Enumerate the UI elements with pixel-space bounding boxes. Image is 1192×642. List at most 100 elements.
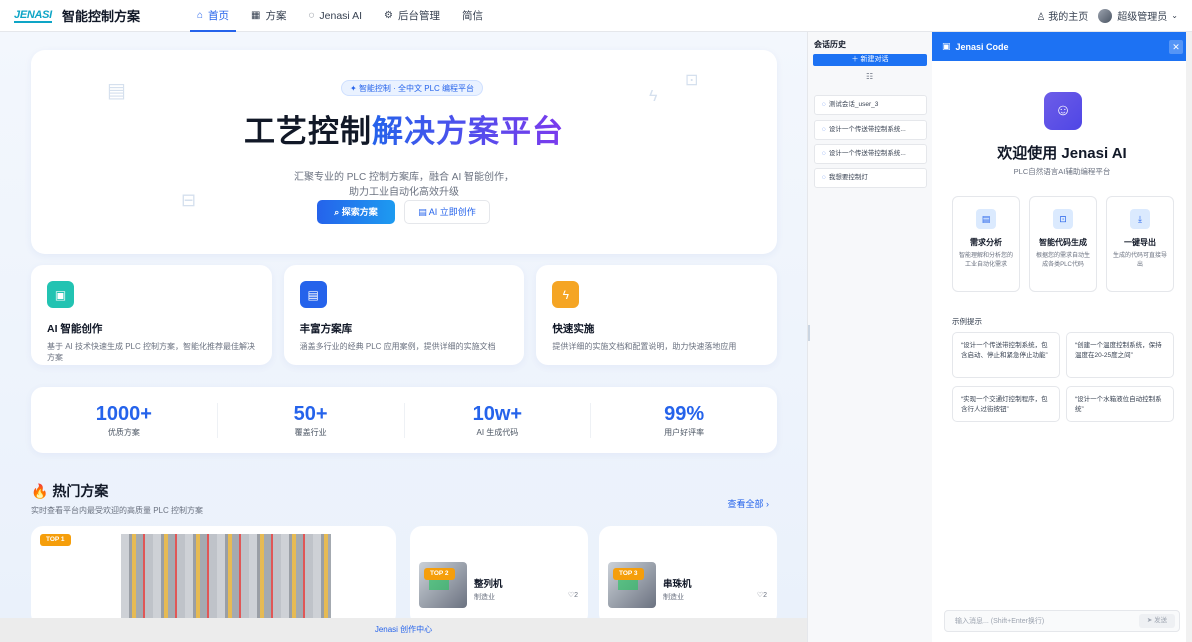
gear-icon: ⚙: [384, 10, 393, 21]
send-button[interactable]: ➤ 发送: [1139, 614, 1175, 628]
footer[interactable]: Jenasi 创作中心: [0, 618, 807, 642]
user-area: ♙ 我的主页 超级管理员 ⌄: [1037, 8, 1178, 23]
solution-image: [121, 534, 331, 618]
example-prompt[interactable]: “实现一个交通灯控制程序，包含行人过街按钮”: [952, 386, 1060, 422]
stat-item: 10w+ AI 生成代码: [405, 402, 592, 438]
like-count[interactable]: ♡2: [757, 591, 767, 599]
list-icon[interactable]: ☷: [866, 72, 873, 81]
chat-icon: ◌: [822, 174, 826, 181]
grid-icon: ▦: [251, 10, 261, 21]
hero-subtitle: 汇聚专业的 PLC 控制方案库，融合 AI 智能创作， 助力工业自动化高效升级: [31, 170, 777, 200]
avatar[interactable]: [1098, 8, 1113, 23]
hero-subtitle-line: 汇聚专业的 PLC 控制方案库，融合 AI 智能创作，: [293, 172, 514, 183]
feature-card[interactable]: ϟ 快速实施 提供详细的实施文档和配置说明，助力快速落地应用: [536, 265, 778, 365]
logo[interactable]: JENASI 智能控制方案: [14, 6, 140, 25]
explore-solutions-button[interactable]: ⌕ 探索方案: [317, 200, 395, 224]
capability-title: 一键导出: [1124, 238, 1156, 247]
history-item[interactable]: ◌ 设计一个传送带控制系统...: [814, 120, 927, 140]
chat-message-input[interactable]: [945, 611, 1125, 631]
capability-title: 需求分析: [970, 238, 1002, 247]
solution-category: 制造业: [474, 594, 495, 601]
ai-create-button[interactable]: ▤ AI 立即创作: [404, 200, 490, 224]
history-title: 会话历史: [814, 40, 846, 49]
chat-input-box: ➤ 发送: [944, 610, 1180, 632]
nav-item-admin[interactable]: ⚙ 后台管理: [373, 0, 451, 32]
view-all-link[interactable]: 查看全部 ›: [727, 497, 769, 510]
nav-item-home[interactable]: ⌂ 首页: [186, 0, 240, 32]
star-icon: ✦: [350, 84, 359, 93]
stats-bar: 1000+ 优质方案 50+ 覆盖行业 10w+ AI 生成代码 99% 用户好评率: [31, 387, 777, 453]
chat-header: ▣ Jenasi Code ✕: [932, 32, 1192, 61]
hero-badge-label: 智能控制 · 全中文 PLC 编程平台: [358, 84, 475, 93]
capability-card[interactable]: ⊡ 智能代码生成 根据您的需求自动生成各类PLC代码: [1029, 196, 1097, 292]
list-icon: ▤: [299, 281, 327, 308]
nav-label: Jenasi AI: [319, 9, 363, 22]
stat-value: 1000+: [95, 402, 152, 425]
nav-label: 方案: [265, 10, 287, 22]
hero-title-plain: 工艺控制: [244, 114, 372, 149]
history-item[interactable]: ◌ 我想要控制灯: [814, 168, 927, 188]
book-icon: ▣: [47, 281, 74, 308]
fire-icon: 🔥: [31, 483, 49, 499]
like-value: 2: [763, 592, 767, 599]
example-prompt[interactable]: “创建一个温度控制系统，保持温度在20-25度之间”: [1066, 332, 1174, 378]
my-home-label: 我的主页: [1048, 12, 1089, 23]
solution-card[interactable]: TOP 2 整列机 制造业 ♡2: [410, 526, 588, 618]
feature-desc: 涵盖多行业的经典 PLC 应用案例，提供详细的实施文档: [299, 342, 496, 351]
stat-label: 用户好评率: [664, 427, 705, 437]
my-home-link[interactable]: ♙ 我的主页: [1037, 8, 1089, 23]
bolt-deco-icon: ϟ: [649, 88, 658, 105]
nav-item-jenasi-ai[interactable]: ◌ Jenasi AI: [297, 0, 373, 32]
rank-tag: TOP 3: [613, 568, 644, 580]
bolt-icon: ϟ: [552, 281, 580, 308]
main-nav: ⌂ 首页 ▦ 方案 ◌ Jenasi AI ⚙ 后台管理 简信: [186, 0, 494, 32]
stat-label: 覆盖行业: [294, 427, 327, 437]
nav-label: 首页: [208, 10, 229, 22]
history-item[interactable]: ◌ 设计一个传送带控制系统...: [814, 144, 927, 164]
resize-handle[interactable]: [808, 325, 810, 341]
new-chat-button[interactable]: ＋ 新建对话: [813, 54, 927, 66]
solution-card[interactable]: TOP 3 串珠机 制造业 ♡2: [599, 526, 777, 618]
capability-card[interactable]: ▤ 需求分析 智能理解和分析您的工业自动化需求: [952, 196, 1020, 292]
capability-desc: 智能理解和分析您的工业自动化需求: [959, 253, 1014, 268]
chat-icon: ◌: [822, 101, 826, 108]
history-item[interactable]: ◌ 测试会话_user_3: [814, 95, 927, 115]
stat-item: 1000+ 优质方案: [31, 402, 218, 438]
like-value: 2: [574, 592, 578, 599]
feature-desc: 提供详细的实施文档和配置说明，助力快速落地应用: [552, 342, 737, 351]
chevron-down-icon[interactable]: ⌄: [1171, 11, 1178, 20]
close-icon[interactable]: ✕: [1169, 40, 1183, 54]
solution-name: 整列机: [474, 579, 503, 590]
capability-card[interactable]: ⤓ 一键导出 生成的代码可直接导出: [1106, 196, 1174, 292]
solution-name: 串珠机: [663, 579, 692, 590]
new-chat-label: 新建对话: [860, 56, 889, 63]
view-all-label: 查看全部: [727, 499, 764, 509]
section-title-text: 热门方案: [52, 483, 109, 499]
code-icon: ▣: [942, 41, 951, 51]
hero-badge: ✦ 智能控制 · 全中文 PLC 编程平台: [341, 80, 484, 96]
like-count[interactable]: ♡2: [568, 591, 578, 599]
terminal-deco-icon: ⊡: [685, 72, 699, 89]
feature-card[interactable]: ▤ 丰富方案库 涵盖多行业的经典 PLC 应用案例，提供详细的实施文档: [283, 265, 525, 365]
nav-label: 后台管理: [398, 10, 440, 22]
feature-card[interactable]: ▣ AI 智能创作 基于 AI 技术快速生成 PLC 控制方案，智能化推荐最佳解…: [31, 265, 272, 365]
document-deco-icon: ▤: [107, 80, 126, 102]
top-nav: JENASI 智能控制方案 ⌂ 首页 ▦ 方案 ◌ Jenasi AI ⚙ 后台管理 简…: [0, 0, 1192, 32]
stat-value: 99%: [664, 402, 705, 425]
feature-title: 丰富方案库: [299, 323, 353, 335]
document-icon: ▤: [418, 207, 429, 217]
rank-tag: TOP 2: [424, 568, 455, 580]
example-prompt[interactable]: “设计一个水箱液位自动控制系统”: [1066, 386, 1174, 422]
example-prompt[interactable]: “设计一个传送带控制系统，包含启动、停止和紧急停止功能”: [952, 332, 1060, 378]
nav-item-jianxin[interactable]: 简信: [451, 0, 494, 32]
welcome-subtitle: PLC自然语言AI辅助编程平台: [1013, 167, 1111, 176]
user-name[interactable]: 超级管理员: [1117, 8, 1167, 23]
history-item-label: 测试会话_user_3: [828, 101, 879, 108]
feature-title: 快速实施: [552, 323, 595, 335]
hero-card: ▤ ⊡ ϟ ⊟ ✦ 智能控制 · 全中文 PLC 编程平台 工艺控制解决方案平台…: [31, 50, 777, 254]
scrollbar[interactable]: [1186, 32, 1192, 642]
solution-card-top1[interactable]: TOP 1: [31, 526, 396, 618]
history-item-label: 设计一个传送带控制系统...: [828, 126, 906, 133]
nav-item-solutions[interactable]: ▦ 方案: [240, 0, 297, 32]
solution-category: 制造业: [663, 594, 684, 601]
